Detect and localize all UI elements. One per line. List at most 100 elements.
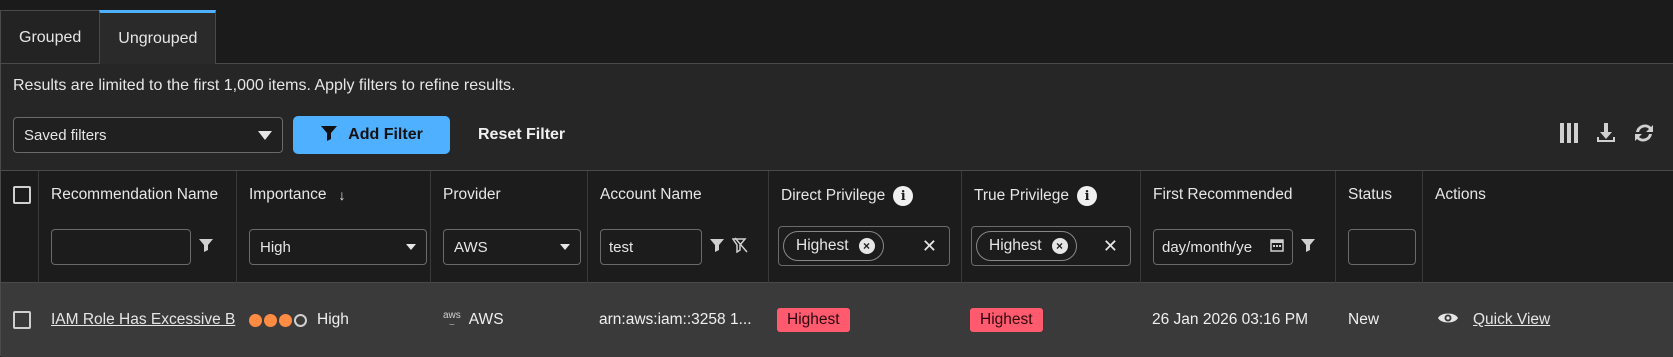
column-recommendation-name: Recommendation Name (39, 171, 237, 283)
column-title: Actions (1435, 186, 1486, 204)
recommendation-name-filter-input[interactable] (51, 229, 191, 265)
provider-cell: aws ⌣ AWS (443, 283, 583, 357)
clear-filter-icon[interactable] (731, 237, 748, 257)
recommendations-table: Recommendation Name Importance ↓ High Pr… (1, 170, 1673, 357)
quick-view-link[interactable]: Quick View (1473, 311, 1550, 329)
info-icon[interactable]: i (1077, 186, 1098, 206)
clear-icon[interactable]: ✕ (922, 236, 937, 257)
importance-filter-select[interactable]: High (249, 229, 427, 265)
column-title-text: First Recommended (1153, 186, 1293, 203)
recommendation-link[interactable]: IAM Role Has Excessive B (51, 311, 235, 329)
recommendation-name-cell: IAM Role Has Excessive B (51, 283, 237, 357)
results-panel: Results are limited to the first 1,000 i… (0, 63, 1673, 357)
importance-value: High (317, 311, 349, 328)
privilege-badge: Highest (970, 308, 1043, 332)
download-icon[interactable] (1595, 122, 1617, 144)
info-icon[interactable]: i (893, 186, 914, 206)
select-all-checkbox[interactable] (13, 186, 31, 204)
column-title[interactable]: Direct Privilege i (781, 186, 914, 206)
aws-logo-icon: aws ⌣ (443, 310, 461, 330)
column-title[interactable]: Provider (443, 186, 501, 204)
add-filter-button[interactable]: Add Filter (293, 116, 450, 154)
results-limit-notice: Results are limited to the first 1,000 i… (13, 77, 516, 94)
importance-indicator (249, 313, 307, 327)
remove-chip-icon[interactable]: × (858, 238, 875, 254)
column-provider: Provider AWS (431, 171, 588, 283)
filter-icon[interactable] (1301, 238, 1315, 256)
filter-chip-label: Highest (989, 237, 1042, 254)
view-tabs: Grouped Ungrouped (0, 10, 217, 64)
column-title[interactable]: Account Name (600, 186, 702, 204)
filter-icon (320, 125, 338, 146)
select-column (1, 171, 39, 283)
column-importance: Importance ↓ High (237, 171, 431, 283)
clear-icon[interactable]: ✕ (1103, 236, 1118, 257)
importance-filter-value: High (260, 238, 291, 256)
true-privilege-filter[interactable]: Highest × ✕ (971, 226, 1131, 266)
column-account-name: Account Name test (588, 171, 769, 283)
table-tools (1559, 122, 1655, 144)
sort-descending-icon[interactable]: ↓ (339, 187, 346, 203)
columns-icon[interactable] (1559, 122, 1579, 144)
tab-ungrouped[interactable]: Ungrouped (99, 10, 217, 64)
chevron-down-icon (258, 130, 272, 140)
column-title-text: Provider (443, 186, 501, 203)
status-filter-input[interactable] (1348, 229, 1416, 265)
direct-privilege-filter[interactable]: Highest × ✕ (778, 226, 950, 266)
filter-icon[interactable] (199, 238, 213, 256)
column-direct-privilege: Direct Privilege i Highest × ✕ (769, 171, 962, 283)
column-title-text: Status (1348, 186, 1392, 203)
saved-filters-select[interactable]: Saved filters (13, 117, 283, 153)
column-title[interactable]: Recommendation Name (51, 186, 218, 204)
account-name-value: arn:aws:iam::3258 1... (599, 311, 752, 328)
account-name-cell: arn:aws:iam::3258 1... (599, 283, 764, 357)
calendar-icon[interactable] (1270, 238, 1284, 256)
column-first-recommended: First Recommended day/month/ye (1141, 171, 1336, 283)
privilege-badge: Highest (777, 308, 850, 332)
eye-icon[interactable] (1437, 311, 1459, 330)
filter-toolbar: Saved filters Add Filter Reset Filter (13, 116, 565, 154)
filter-chip: Highest × (976, 231, 1077, 261)
provider-filter-select[interactable]: AWS (443, 229, 581, 265)
importance-dot (279, 313, 292, 327)
status-cell: New (1348, 283, 1418, 357)
column-title-text: True Privilege (974, 187, 1070, 204)
column-title-text: Direct Privilege (781, 187, 886, 204)
column-title[interactable]: First Recommended (1153, 186, 1293, 204)
importance-dot (294, 313, 307, 327)
tab-grouped[interactable]: Grouped (0, 10, 101, 64)
column-title[interactable]: Importance ↓ (249, 186, 346, 204)
column-true-privilege: True Privilege i Highest × ✕ (962, 171, 1141, 283)
actions-cell: Quick View (1437, 283, 1667, 357)
reset-filter-button[interactable]: Reset Filter (478, 126, 565, 144)
importance-dot (249, 313, 262, 327)
first-recommended-date-input[interactable]: day/month/ye (1153, 229, 1293, 265)
column-title[interactable]: Status (1348, 186, 1392, 204)
chevron-down-icon (560, 244, 570, 250)
first-recommended-cell: 26 Jan 2026 03:16 PM (1152, 283, 1332, 357)
column-title-text: Importance (249, 186, 327, 203)
provider-filter-value: AWS (454, 238, 488, 256)
column-actions: Actions (1423, 171, 1673, 283)
first-recommended-value: 26 Jan 2026 03:16 PM (1152, 311, 1308, 328)
column-title-text: Recommendation Name (51, 186, 219, 203)
filter-chip: Highest × (783, 231, 884, 261)
account-name-filter-input[interactable]: test (600, 229, 702, 265)
importance-dot (264, 313, 277, 327)
filter-icon[interactable] (710, 238, 724, 256)
add-filter-label: Add Filter (348, 126, 423, 143)
importance-cell: High (249, 283, 429, 357)
row-checkbox[interactable] (13, 311, 31, 329)
date-placeholder: day/month/ye (1162, 238, 1253, 256)
filter-chip-label: Highest (796, 237, 849, 254)
column-title-text: Actions (1435, 186, 1486, 203)
table-row[interactable]: IAM Role Has Excessive B High aws ⌣ AWS a… (1, 283, 1673, 357)
provider-value: AWS (468, 311, 504, 328)
column-status: Status (1336, 171, 1423, 283)
column-title[interactable]: True Privilege i (974, 186, 1098, 206)
true-privilege-cell: Highest (970, 283, 1135, 357)
refresh-icon[interactable] (1633, 122, 1655, 144)
remove-chip-icon[interactable]: × (1051, 238, 1068, 254)
row-checkbox-cell (13, 283, 39, 357)
saved-filters-label: Saved filters (24, 126, 107, 144)
